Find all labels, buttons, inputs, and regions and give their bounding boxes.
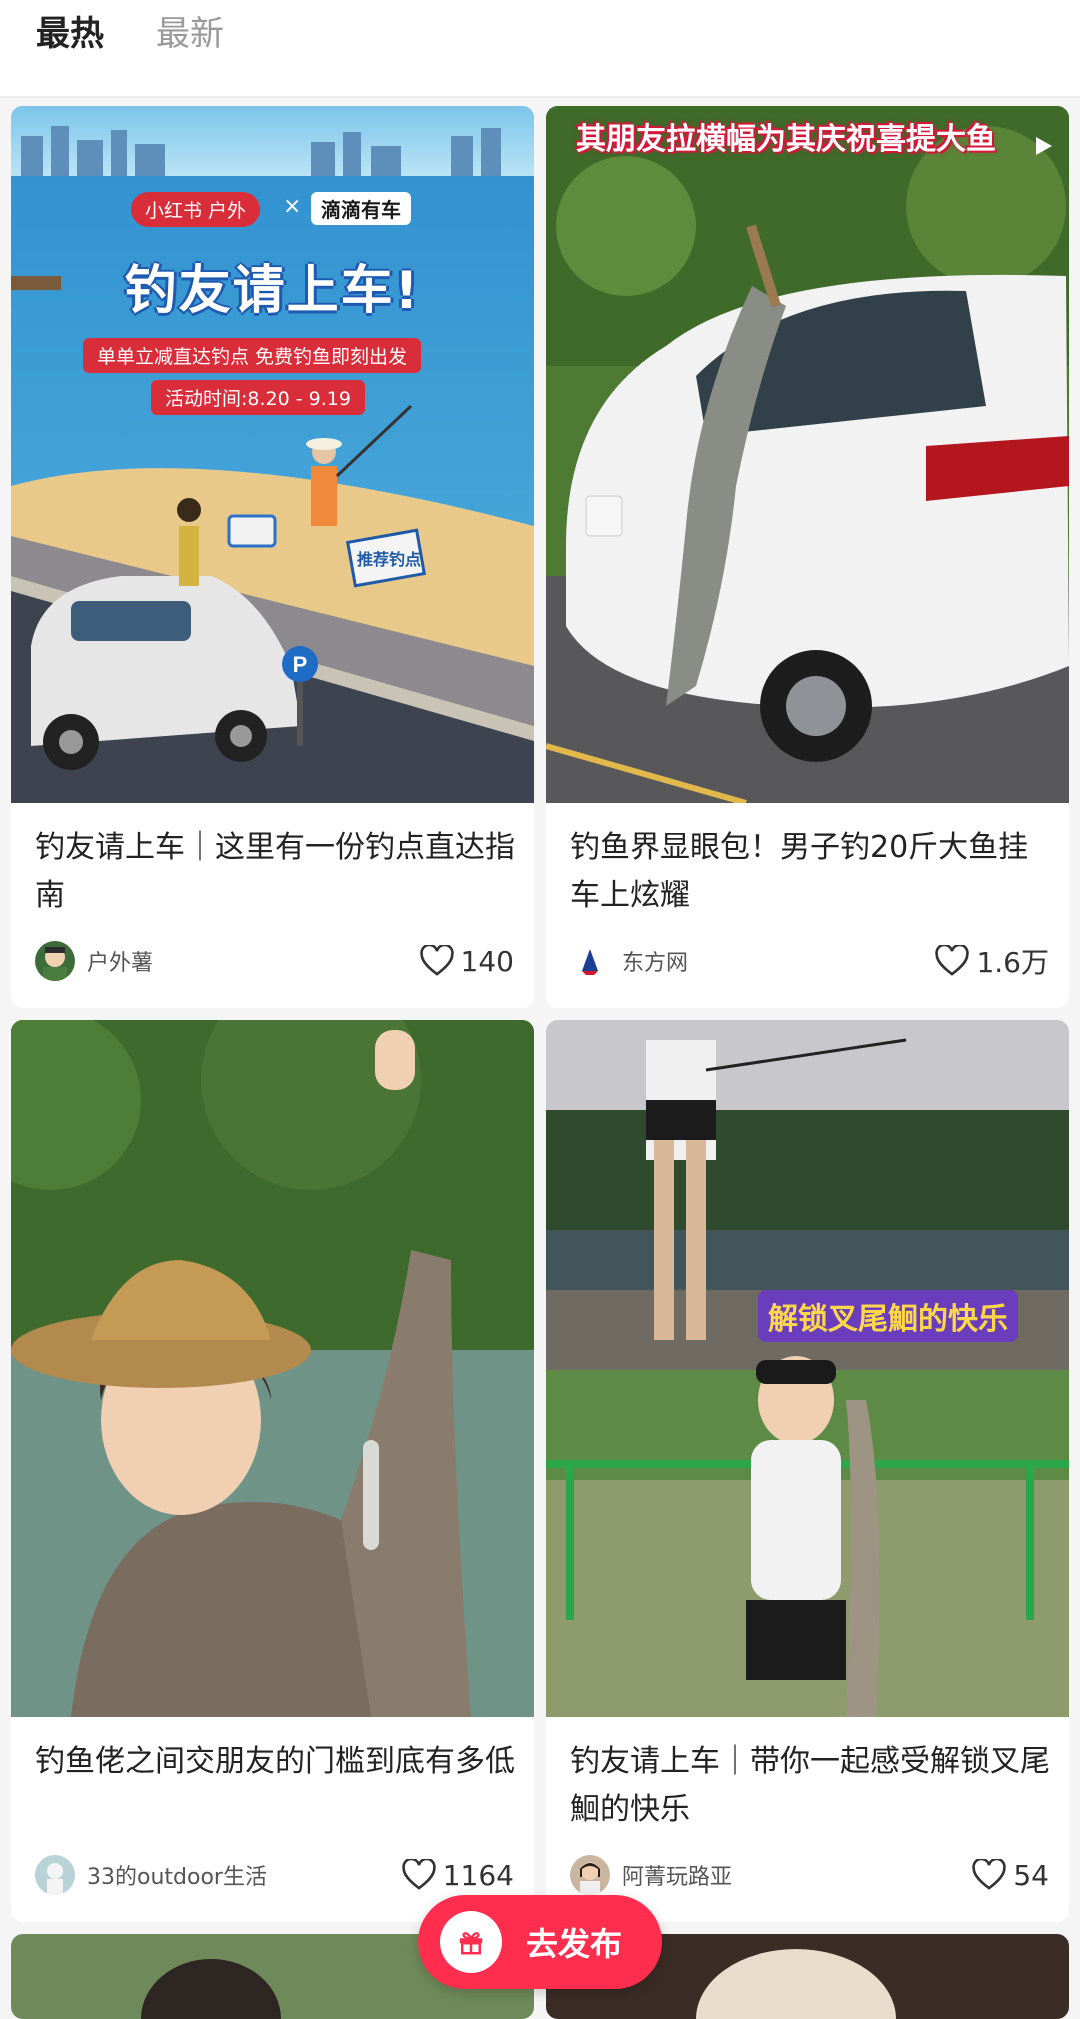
card-title: 钓友请上车｜这里有一份钓点直达指南 [35, 830, 515, 913]
card-cover-image [11, 1020, 534, 1717]
like-count: 140 [460, 944, 514, 978]
like-count: 54 [1013, 1858, 1049, 1892]
feed-card[interactable]: 解锁叉尾鮰的快乐 钓友请上车｜带你一起感受解锁叉尾鮰的快乐 阿菁玩路亚 54 [546, 1020, 1069, 1922]
svg-text:P: P [293, 652, 308, 677]
heart-icon [972, 1859, 1007, 1890]
author-name: 东方网 [622, 951, 689, 976]
gift-icon [440, 1911, 502, 1973]
publish-label: 去发布 [526, 1925, 623, 1963]
card-title: 钓鱼佬之间交朋友的门槛到底有多低 [35, 1744, 515, 1779]
author-avatar [35, 941, 75, 981]
author-avatar [35, 1855, 75, 1895]
card-author[interactable]: 33的outdoor生活 [35, 1854, 267, 1896]
card-cover-image: P 小红书 户外 × 滴滴有车 钓友请上车! 单单立减直达钓点 免费钓鱼即刻出发… [11, 106, 534, 803]
card-author[interactable]: 东方网 [570, 940, 688, 982]
heart-icon [935, 945, 970, 976]
brand-right-label: 滴滴有车 [311, 192, 411, 225]
card-title: 钓鱼界显眼包！男子钓20斤大鱼挂车上炫耀 [570, 830, 1029, 913]
author-name: 33的outdoor生活 [87, 1865, 267, 1890]
card-author[interactable]: 阿菁玩路亚 [570, 1854, 732, 1896]
author-avatar [570, 941, 610, 981]
top-tab-bar: 最热 最新 [0, 0, 1080, 98]
feed-card[interactable]: P 小红书 户外 × 滴滴有车 钓友请上车! 单单立减直达钓点 免费钓鱼即刻出发… [11, 106, 534, 1008]
card-cover-image: 其朋友拉横幅为其庆祝喜提大鱼 [546, 106, 1069, 803]
like-button[interactable]: 1.6万 [934, 940, 1049, 982]
tab-hot[interactable]: 最热 [36, 14, 104, 54]
heart-icon [401, 1859, 436, 1890]
heart-icon [419, 945, 454, 976]
poster-sign: 推荐钓点 [357, 550, 422, 569]
brand-x-mark: × [283, 194, 302, 219]
video-caption-overlay: 解锁叉尾鮰的快乐 [758, 1290, 1018, 1342]
card-author[interactable]: 户外薯 [35, 940, 153, 982]
like-button[interactable]: 140 [419, 940, 514, 982]
brand-left-label: 小红书 户外 [131, 192, 261, 227]
like-button[interactable]: 54 [971, 1854, 1049, 1896]
like-button[interactable]: 1164 [401, 1854, 514, 1896]
tab-latest[interactable]: 最新 [156, 14, 224, 54]
video-caption-overlay: 其朋友拉横幅为其庆祝喜提大鱼 [576, 122, 996, 157]
publish-button[interactable]: 去发布 [418, 1895, 662, 1989]
author-name: 阿菁玩路亚 [622, 1865, 733, 1890]
like-count: 1164 [442, 1858, 514, 1892]
author-avatar [570, 1855, 610, 1895]
feed-card[interactable]: 其朋友拉横幅为其庆祝喜提大鱼 钓鱼界显眼包！男子钓20斤大鱼挂车上炫耀 东方网 … [546, 106, 1069, 1008]
author-name: 户外薯 [87, 951, 154, 976]
poster-subline: 单单立减直达钓点 免费钓鱼即刻出发 [83, 338, 422, 373]
card-title: 钓友请上车｜带你一起感受解锁叉尾鮰的快乐 [570, 1744, 1050, 1827]
feed-card[interactable]: 钓鱼佬之间交朋友的门槛到底有多低 33的outdoor生活 1164 [11, 1020, 534, 1922]
card-cover-image: 解锁叉尾鮰的快乐 [546, 1020, 1069, 1717]
play-icon [1036, 137, 1052, 155]
like-count: 1.6万 [976, 946, 1049, 979]
poster-date: 活动时间:8.20 - 9.19 [151, 380, 365, 415]
poster-headline: 钓友请上车! [124, 261, 421, 321]
